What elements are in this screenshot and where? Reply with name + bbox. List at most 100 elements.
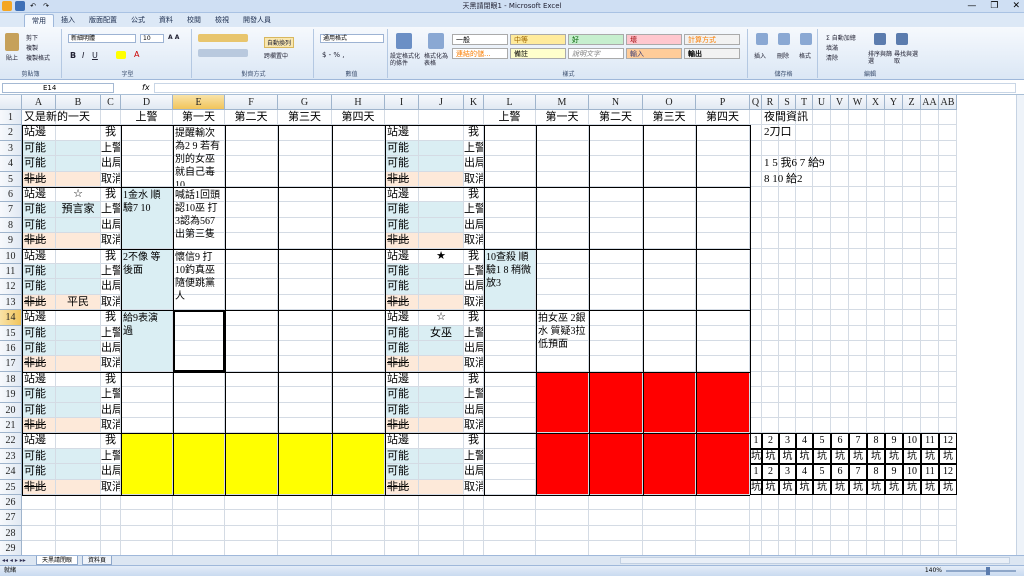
cell-D1[interactable]: 上警 — [121, 110, 173, 126]
cell-T11[interactable] — [796, 264, 813, 280]
column-header-V[interactable]: V — [831, 95, 849, 110]
cell-X12[interactable] — [867, 279, 885, 295]
cell-B5[interactable] — [56, 171, 101, 187]
cell-S29[interactable] — [779, 541, 796, 555]
note-H18[interactable] — [332, 371, 385, 434]
row-header-19[interactable]: 19 — [0, 387, 22, 403]
cell-AB2[interactable] — [939, 125, 957, 141]
pit-label-Z25[interactable]: 坑 — [903, 479, 921, 495]
cell-R4[interactable]: 1 5 我6 7 給9 — [762, 156, 903, 172]
row-header-14[interactable]: 14 — [0, 310, 22, 326]
column-header-E[interactable]: E — [173, 95, 225, 110]
cell-R15[interactable] — [762, 325, 779, 341]
cell-Z11[interactable] — [903, 264, 921, 280]
cell-AA20[interactable] — [921, 402, 939, 418]
cell-K12[interactable]: 出局 — [464, 279, 484, 295]
cell-R11[interactable] — [762, 264, 779, 280]
cell-V19[interactable] — [831, 387, 849, 403]
italic-icon[interactable]: I — [82, 51, 84, 60]
cell-K26[interactable] — [464, 495, 484, 511]
note-M2[interactable] — [536, 125, 589, 187]
cell-N29[interactable] — [589, 541, 643, 555]
cell-V21[interactable] — [831, 418, 849, 434]
cell-Q29[interactable] — [750, 541, 762, 555]
note-P2[interactable] — [696, 125, 750, 187]
format-painter-button[interactable]: 複製格式 — [26, 53, 50, 62]
cell-U16[interactable] — [813, 341, 831, 357]
column-header-I[interactable]: I — [385, 95, 419, 110]
cell-D28[interactable] — [121, 525, 173, 542]
row-header-11[interactable]: 11 — [0, 264, 22, 280]
pit-number-U24[interactable]: 5 — [813, 464, 831, 480]
find-select-button[interactable]: 尋找與選取 — [894, 51, 918, 65]
cell-K29[interactable] — [464, 541, 484, 555]
row-header-1[interactable]: 1 — [0, 110, 22, 126]
cell-P27[interactable] — [696, 510, 750, 526]
style-linked-cell[interactable]: 連結的儲... — [452, 48, 508, 59]
pit-label-AA23[interactable]: 坑 — [921, 448, 939, 465]
cell-AB8[interactable] — [939, 217, 957, 234]
cell-V12[interactable] — [831, 279, 849, 295]
pit-label-AB25[interactable]: 坑 — [939, 479, 957, 495]
cell-K10[interactable]: 我 — [464, 248, 484, 264]
close-button[interactable]: ✕ — [1012, 0, 1020, 12]
cell-R1[interactable]: 夜間資訊 — [762, 110, 867, 126]
cell-K22[interactable]: 我 — [464, 433, 484, 449]
tab-2[interactable]: 版面配置 — [82, 14, 124, 27]
cell-N27[interactable] — [589, 510, 643, 526]
cell-R27[interactable] — [762, 510, 779, 526]
cell-B14[interactable] — [56, 310, 101, 326]
pit-label-X25[interactable]: 坑 — [867, 479, 885, 495]
row-header-22[interactable]: 22 — [0, 433, 22, 449]
cell-K7[interactable]: 上警 — [464, 202, 484, 218]
pit-number-Y24[interactable]: 9 — [885, 464, 903, 480]
note-D18[interactable] — [121, 371, 173, 434]
cell-J27[interactable] — [419, 510, 464, 526]
cell-AA21[interactable] — [921, 418, 939, 434]
cell-C14[interactable]: 我 — [101, 310, 121, 326]
delete-button[interactable]: 刪除 — [777, 51, 789, 60]
cell-S18[interactable] — [779, 371, 796, 388]
sort-filter-icon[interactable] — [874, 33, 886, 45]
cell-AB6[interactable] — [939, 187, 957, 203]
cell-C19[interactable]: 上警 — [101, 387, 121, 403]
cell-AB5[interactable] — [939, 171, 957, 187]
cell-AA4[interactable] — [921, 156, 939, 172]
tab-5[interactable]: 校閱 — [180, 14, 208, 27]
cell-J13[interactable] — [419, 294, 464, 311]
cell-E27[interactable] — [173, 510, 225, 526]
cell-K23[interactable]: 上警 — [464, 448, 484, 465]
cell-C26[interactable] — [101, 495, 121, 511]
cell-Y18[interactable] — [885, 371, 903, 388]
column-header-H[interactable]: H — [332, 95, 385, 110]
cell-U7[interactable] — [813, 202, 831, 218]
cell-AB1[interactable] — [939, 110, 957, 126]
pit-label-R25[interactable]: 坑 — [762, 479, 779, 495]
format-cells-icon[interactable] — [800, 33, 812, 45]
pit-label-Y23[interactable]: 坑 — [885, 448, 903, 465]
cell-C13[interactable]: 取消 — [101, 294, 121, 311]
cell-R5[interactable]: 8 10 給2 — [762, 171, 903, 187]
column-header-F[interactable]: F — [225, 95, 278, 110]
cell-J21[interactable] — [419, 418, 464, 434]
note-G10[interactable] — [278, 248, 332, 311]
cell-Z13[interactable] — [903, 294, 921, 311]
cell-Q17[interactable] — [750, 356, 762, 372]
pit-label-U25[interactable]: 坑 — [813, 479, 831, 495]
cell-T20[interactable] — [796, 402, 813, 418]
cell-Y15[interactable] — [885, 325, 903, 341]
cell-X18[interactable] — [867, 371, 885, 388]
cell-Y1[interactable] — [885, 110, 903, 126]
cell-Z9[interactable] — [903, 233, 921, 249]
cell-J22[interactable] — [419, 433, 464, 449]
cell-U15[interactable] — [813, 325, 831, 341]
cell-AA16[interactable] — [921, 341, 939, 357]
cell-Z29[interactable] — [903, 541, 921, 555]
cell-AA1[interactable] — [921, 110, 939, 126]
cell-J12[interactable] — [419, 279, 464, 295]
cell-J18[interactable] — [419, 371, 464, 388]
cell-X8[interactable] — [867, 217, 885, 234]
cell-K3[interactable]: 上警 — [464, 140, 484, 157]
cell-Y14[interactable] — [885, 310, 903, 326]
grow-font-icon[interactable]: A A — [168, 34, 179, 41]
